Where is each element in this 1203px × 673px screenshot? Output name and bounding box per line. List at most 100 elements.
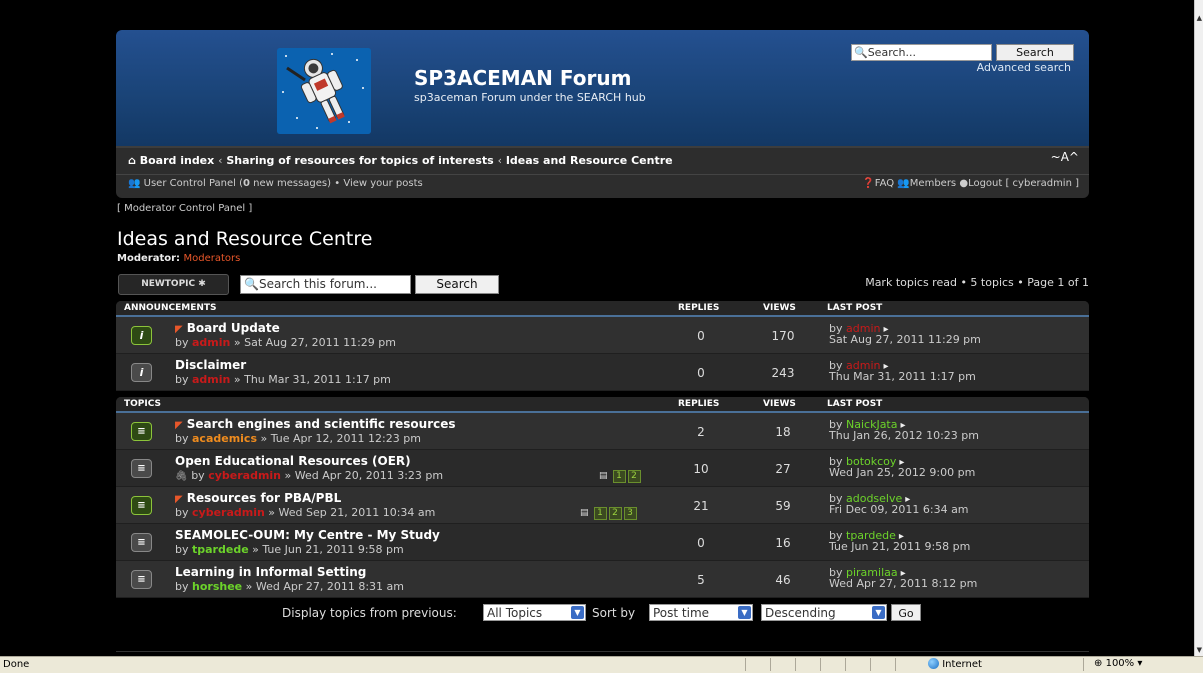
announcements-list: ANNOUNCEMENTS REPLIES VIEWS LAST POST i … — [116, 301, 1089, 391]
topic-title[interactable]: Open Educational Resources (OER) — [175, 454, 411, 468]
sort-order-select[interactable]: Descending ▼ — [761, 604, 887, 621]
view-posts-link[interactable]: View your posts — [343, 178, 422, 189]
topic-row[interactable]: ≡ Open Educational Resources (OER) 🖇 by … — [116, 450, 1089, 487]
announcement-row[interactable]: i ◤ Board Update by admin » Sat Aug 27, 2… — [116, 317, 1089, 354]
replies-count: 0 — [697, 329, 705, 343]
moderator-control-panel-link[interactable]: [ Moderator Control Panel ] — [117, 203, 1089, 214]
site-description: sp3aceman Forum under the SEARCH hub — [414, 91, 646, 104]
logout-icon: ● — [959, 178, 969, 189]
page-wrap: SP3ACEMAN Forum sp3aceman Forum under th… — [116, 30, 1089, 624]
forum-search-button[interactable]: Search — [415, 275, 499, 294]
views-count: 16 — [775, 536, 791, 550]
new-post-icon[interactable]: ◤ — [175, 324, 183, 335]
page-link[interactable]: 1 — [593, 507, 607, 520]
font-size-control[interactable]: ~A^ — [1051, 150, 1079, 164]
breadcrumb-sharing[interactable]: Sharing of resources for topics of inter… — [226, 154, 493, 167]
topic-row[interactable]: ≡ Learning in Informal Setting by horshe… — [116, 561, 1089, 598]
replies-count: 0 — [697, 536, 705, 550]
topic-author[interactable]: tpardede — [192, 543, 249, 556]
page-link[interactable]: 2 — [608, 507, 622, 520]
topic-author[interactable]: admin — [192, 373, 230, 386]
new-topic-button[interactable]: NEWTOPIC ✱ — [118, 274, 229, 295]
header-search-button[interactable]: Search — [996, 44, 1074, 61]
site-title[interactable]: SP3ACEMAN Forum — [414, 66, 631, 90]
breadcrumb-separator: ‹ — [497, 154, 502, 167]
topic-author[interactable]: cyberadmin — [192, 506, 265, 519]
go-button[interactable]: Go — [891, 604, 921, 621]
topic-row[interactable]: ≡ ◤ Resources for PBA/PBL by cyberadmin »… — [116, 487, 1089, 524]
breadcrumb-forum[interactable]: Ideas and Resource Centre — [506, 154, 673, 167]
pagination-info[interactable]: Mark topics read • 5 topics • Page 1 of … — [865, 276, 1089, 289]
topic-title[interactable]: SEAMOLEC-OUM: My Centre - My Study — [175, 528, 440, 542]
footer-divider — [116, 651, 1089, 652]
replies-count: 2 — [697, 425, 705, 439]
advanced-search-link[interactable]: Advanced search — [977, 61, 1071, 74]
topic-title[interactable]: Disclaimer — [175, 358, 246, 372]
moderators-link[interactable]: Moderators — [184, 253, 241, 264]
header-search-input[interactable]: 🔍Search... — [851, 44, 992, 61]
forum-search-input[interactable]: 🔍Search this forum... — [240, 275, 411, 294]
globe-icon — [928, 658, 939, 669]
page-link[interactable]: 1 — [612, 470, 626, 483]
zoom-level[interactable]: ⊕ 100% ▾ — [1094, 658, 1142, 669]
topic-row[interactable]: ≡ ◤ Search engines and scientific resourc… — [116, 413, 1089, 450]
replies-count: 10 — [693, 462, 709, 476]
topic-title[interactable]: Resources for PBA/PBL — [187, 491, 342, 505]
topic-date: » Sat Aug 27, 2011 11:29 pm — [230, 336, 396, 349]
topic-row[interactable]: ≡ SEAMOLEC-OUM: My Centre - My Study by … — [116, 524, 1089, 561]
topic-title[interactable]: Learning in Informal Setting — [175, 565, 366, 579]
topic-author[interactable]: admin — [192, 336, 230, 349]
breadcrumb-separator: ‹ — [218, 154, 223, 167]
last-post-date: Fri Dec 09, 2011 6:34 am — [829, 503, 969, 516]
announcement-read-icon: i — [131, 363, 152, 382]
browser-status-bar: Done Internet ⊕ 100% ▾ — [0, 656, 1203, 673]
last-post-date: Thu Jan 26, 2012 10:23 pm — [829, 429, 979, 442]
topic-date: » Wed Apr 20, 2011 3:23 pm — [281, 469, 444, 482]
display-from-select[interactable]: All Topics ▼ — [483, 604, 586, 621]
topic-author[interactable]: academics — [192, 432, 257, 445]
topic-read-icon: ≡ — [131, 570, 152, 589]
page-link[interactable]: 3 — [623, 507, 637, 520]
topic-date: » Tue Apr 12, 2011 12:23 pm — [257, 432, 421, 445]
topic-title[interactable]: Search engines and scientific resources — [187, 417, 456, 431]
ucp-link[interactable]: User Control Panel (0 new messages) — [144, 178, 331, 189]
last-post-date: Wed Apr 27, 2011 8:12 pm — [829, 577, 978, 590]
topic-date: » Wed Sep 21, 2011 10:34 am — [264, 506, 436, 519]
new-post-icon[interactable]: ◤ — [175, 494, 183, 505]
members-icon: 👥 — [128, 178, 141, 189]
search-icon: 🔍 — [244, 277, 259, 291]
announcement-row[interactable]: i Disclaimer by admin » Thu Mar 31, 2011… — [116, 354, 1089, 391]
chevron-down-icon: ▼ — [571, 606, 584, 619]
faq-icon: ❓ — [862, 178, 875, 189]
astronaut-logo[interactable] — [277, 48, 371, 134]
page-title[interactable]: Ideas and Resource Centre — [117, 228, 1089, 250]
topic-read-icon: ≡ — [131, 459, 152, 478]
breadcrumb-board-index[interactable]: Board index — [140, 154, 215, 167]
status-cell — [870, 658, 871, 671]
sort-by-select[interactable]: Post time ▼ — [649, 604, 753, 621]
action-bar: NEWTOPIC ✱ 🔍Search this forum... Search M… — [116, 273, 1089, 301]
announcement-icon: i — [131, 326, 152, 345]
topic-unread-icon: ≡ — [131, 422, 152, 441]
window-scrollbar[interactable]: ▲ ▼ — [1194, 0, 1203, 656]
nav-bullet: • — [334, 178, 341, 189]
forum-search: 🔍Search this forum... Search — [240, 275, 499, 294]
breadcrumb: ⌂ Board index ‹ Sharing of resources for… — [128, 154, 673, 167]
page-link[interactable]: 2 — [627, 470, 641, 483]
members-link[interactable]: Members — [910, 178, 956, 189]
topic-author[interactable]: cyberadmin — [208, 469, 281, 482]
security-zone[interactable]: Internet — [928, 658, 982, 670]
scroll-up-icon[interactable]: ▲ — [1197, 14, 1202, 22]
topic-unread-icon: ≡ — [131, 496, 152, 515]
nav-divider — [116, 174, 1089, 175]
logout-link[interactable]: Logout [ cyberadmin ] — [968, 178, 1079, 189]
scroll-down-icon[interactable]: ▼ — [1197, 646, 1202, 654]
home-icon: ⌂ — [128, 154, 136, 167]
new-post-icon[interactable]: ◤ — [175, 420, 183, 431]
topic-title[interactable]: Board Update — [187, 321, 280, 335]
faq-link[interactable]: FAQ — [875, 178, 894, 189]
topic-author[interactable]: horshee — [192, 580, 242, 593]
replies-count: 21 — [693, 499, 709, 513]
views-count: 170 — [771, 329, 795, 343]
topic-read-icon: ≡ — [131, 533, 152, 552]
